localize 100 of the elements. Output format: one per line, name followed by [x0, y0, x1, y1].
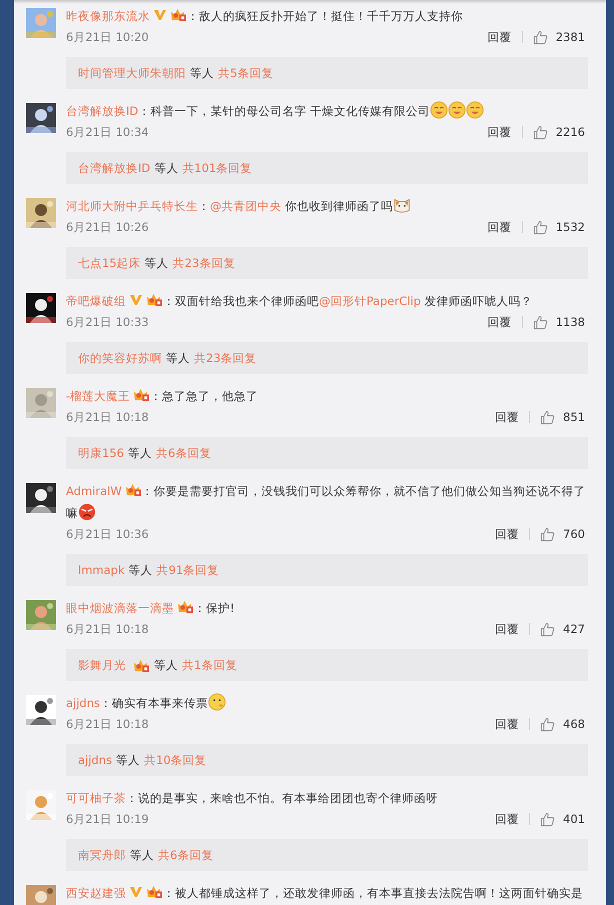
comment-time: 6月21日 10:26 — [66, 220, 149, 234]
reply-link[interactable]: 回覆 — [488, 124, 512, 140]
replier-name-link[interactable]: 影舞月光 — [78, 658, 126, 672]
reply-link[interactable]: 回覆 — [495, 716, 520, 732]
smiley-icon — [466, 101, 484, 119]
reply-count-link[interactable]: 共10条回复 — [144, 752, 207, 768]
etc-label: 等人 — [190, 66, 214, 80]
thumbs-up-icon[interactable] — [540, 812, 556, 826]
like-count: 401 — [563, 812, 585, 826]
comment-time: 6月21日 10:19 — [66, 812, 149, 826]
replier-name-link[interactable]: 台湾解放换ID — [78, 160, 150, 176]
comment-text: ：急了急了，他急了 — [150, 388, 258, 405]
user-name-link[interactable]: 西安赵建强 — [66, 886, 126, 900]
reply-count-link[interactable]: 共101条回复 — [182, 160, 252, 176]
reply-link[interactable]: 回覆 — [488, 314, 512, 330]
thumbs-up-icon[interactable] — [540, 526, 556, 542]
replier-name-link[interactable]: lmmapk — [78, 563, 125, 577]
user-name-link[interactable]: 昨夜像那东流水 — [66, 9, 150, 23]
comment-text: 你也收到律师函了吗 — [284, 198, 394, 215]
thumbs-up-icon[interactable] — [532, 124, 548, 140]
comment-text: ：确实有本事来传票 — [100, 695, 208, 712]
thumbs-up-icon[interactable] — [532, 220, 548, 234]
comment-text: ：双面针给我也来个律师函吧 — [163, 293, 319, 310]
reply-link[interactable]: 回覆 — [495, 410, 520, 424]
thumbs-up-icon[interactable] — [540, 716, 556, 732]
reply-count-link[interactable]: 共6条回复 — [158, 848, 214, 862]
thumbs-up-icon[interactable] — [540, 622, 556, 636]
etc-label: 等人 — [154, 658, 178, 672]
replies-summary-bar[interactable]: 明康156 等人 共6条回复 — [66, 437, 588, 469]
replies-summary-bar[interactable]: ajjdns 等人 共10条回复 — [66, 744, 588, 776]
replies-summary-bar[interactable]: 台湾解放换ID 等人 共101条回复 — [66, 152, 588, 184]
user-name-link[interactable]: 可可柚子茶 — [66, 791, 126, 805]
like-count: 2216 — [556, 125, 585, 139]
thumbs-up-icon[interactable] — [532, 30, 548, 44]
reply-link[interactable]: 回覆 — [495, 812, 520, 826]
replier-name-link[interactable]: 时间管理大师朱朝阳 — [78, 66, 186, 80]
mention-link[interactable]: @回形针PaperClip — [319, 294, 421, 308]
reply-link[interactable]: 回覆 — [495, 622, 520, 636]
replier-name-link[interactable]: 明康156 — [78, 446, 124, 460]
angry-face-icon — [78, 503, 96, 521]
replier-name-link[interactable]: 南冥舟郎 — [78, 848, 126, 862]
comment-time: 6月21日 10:20 — [66, 30, 149, 44]
reply-link[interactable]: 回覆 — [495, 526, 520, 542]
cat-face-icon — [393, 196, 412, 214]
reply-count-link[interactable]: 共6条回复 — [156, 446, 212, 460]
replies-summary-bar[interactable]: 七点15起床 等人 共23条回复 — [66, 247, 588, 279]
replies-summary-bar[interactable]: 你的笑容好苏啊 等人 共23条回复 — [66, 342, 588, 374]
etc-label: 等人 — [166, 350, 190, 366]
user-name-link[interactable]: 帝吧爆破组 — [66, 294, 126, 308]
comment-time: 6月21日 10:18 — [66, 622, 149, 636]
like-count: 427 — [563, 622, 585, 636]
user-name-link[interactable]: 河北师大附中乒乓特长生 — [66, 199, 198, 213]
replier-name-link[interactable]: 你的笑容好苏啊 — [78, 350, 162, 366]
etc-label: 等人 — [154, 160, 178, 176]
like-count: 851 — [563, 410, 585, 424]
comment-text: ：你要是需要打官司，没钱我们可以众筹帮你，就不信了他们做公知当狗还说不得了 — [142, 483, 586, 500]
user-name-link[interactable]: AdmiralW — [66, 484, 122, 498]
comment-time: 6月21日 10:18 — [66, 410, 149, 424]
comment-time: 6月21日 10:36 — [66, 526, 149, 542]
replies-summary-bar[interactable]: 南冥舟郎 等人 共6条回复 — [66, 839, 588, 871]
smiley-icon — [430, 101, 448, 119]
comment-text: 嘛 — [66, 505, 78, 522]
comment-time: 6月21日 10:18 — [66, 716, 149, 732]
user-name-link[interactable]: -榴莲大魔王 — [66, 389, 130, 403]
etc-label: 等人 — [128, 446, 152, 460]
smiley-icon — [448, 101, 466, 119]
reply-count-link[interactable]: 共91条回复 — [156, 562, 220, 578]
comment-text: ：保护! — [194, 600, 235, 617]
user-name-link[interactable]: 台湾解放换ID — [66, 104, 138, 118]
reply-count-link[interactable]: 共1条回复 — [182, 658, 238, 672]
comment-time: 6月21日 10:34 — [66, 124, 149, 140]
thumbs-up-icon[interactable] — [532, 314, 548, 330]
mention-link[interactable]: @共青团中央 — [210, 199, 282, 213]
comment-text: ：敌人的疯狂反扑开始了！挺住！千千万万人支持你 — [187, 8, 463, 25]
reply-count-link[interactable]: 共5条回复 — [218, 66, 274, 80]
reply-count-link[interactable]: 共23条回复 — [194, 350, 257, 366]
comment-text: ：被人都锤成这样了，还敢发律师函，有本事直接去法院告啊！这两面针确实是 — [163, 885, 583, 902]
comment-text: ： — [198, 198, 210, 215]
thumbs-up-icon[interactable] — [540, 410, 556, 424]
user-name-link[interactable]: 眼中烟波滴落一滴墨 — [66, 601, 174, 615]
reply-link[interactable]: 回覆 — [488, 220, 512, 234]
thinking-face-icon — [208, 693, 226, 711]
replies-summary-bar[interactable]: 影舞月光 等人 共1条回复 — [66, 649, 588, 681]
etc-label: 等人 — [144, 256, 169, 270]
comment-text: ：科普一下，某针的母公司名字 干燥文化传媒有限公司 — [138, 103, 430, 120]
replier-name-link[interactable]: ajjdns — [78, 753, 112, 767]
replier-name-link[interactable]: 七点15起床 — [78, 256, 141, 270]
reply-link[interactable]: 回覆 — [488, 30, 512, 44]
reply-count-link[interactable]: 共23条回复 — [172, 256, 236, 270]
comment-time: 6月21日 10:33 — [66, 314, 149, 330]
etc-label: 等人 — [130, 848, 154, 862]
etc-label: 等人 — [116, 752, 140, 768]
etc-label: 等人 — [128, 562, 153, 578]
comment-text: 发律师函吓唬人吗？ — [423, 293, 532, 310]
replies-summary-bar[interactable]: 时间管理大师朱朝阳 等人 共5条回复 — [66, 57, 588, 89]
replies-summary-bar[interactable]: lmmapk 等人 共91条回复 — [66, 554, 588, 586]
like-count: 468 — [563, 717, 585, 731]
like-count: 1532 — [556, 220, 585, 234]
user-name-link[interactable]: ajjdns — [66, 696, 100, 710]
like-count: 1138 — [556, 315, 585, 329]
